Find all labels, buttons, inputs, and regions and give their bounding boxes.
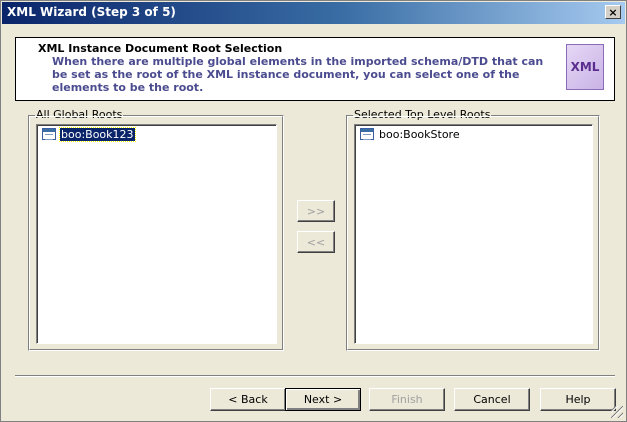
step-description: When there are multiple global elements … <box>52 55 544 94</box>
all-global-roots-label: All Global Roots <box>35 108 124 121</box>
next-button[interactable]: Next > <box>285 388 361 411</box>
cancel-button-label: Cancel <box>473 393 511 406</box>
xml-logo-icon: XML <box>566 44 604 90</box>
remove-root-button[interactable]: << <box>297 231 335 253</box>
remove-root-label: << <box>306 235 326 249</box>
wizard-window: XML Wizard (Step 3 of 5) × XML Instance … <box>0 0 627 422</box>
selected-top-level-roots-group: Selected Top Level Roots boo:BookStore <box>346 108 600 351</box>
resize-grip-icon[interactable] <box>611 406 623 418</box>
cancel-button[interactable]: Cancel <box>454 388 530 411</box>
finish-button-label: Finish <box>391 393 423 406</box>
selected-roots-label: Selected Top Level Roots <box>353 108 492 121</box>
step-title: XML Instance Document Root Selection <box>38 42 283 55</box>
all-global-roots-list[interactable]: boo:Book123 <box>36 124 277 344</box>
list-item-label: boo:Book123 <box>59 126 136 142</box>
all-global-roots-group: All Global Roots boo:Book123 <box>28 108 284 351</box>
close-icon: × <box>608 5 618 19</box>
element-icon <box>42 128 56 140</box>
help-button[interactable]: Help <box>540 388 616 411</box>
step-header-panel: XML Instance Document Root Selection Whe… <box>15 37 615 101</box>
window-title: XML Wizard (Step 3 of 5) <box>7 5 176 19</box>
back-button-label: < Back <box>228 393 268 406</box>
next-button-label: Next > <box>303 393 343 406</box>
element-icon <box>360 128 374 140</box>
selected-top-level-roots-list[interactable]: boo:BookStore <box>354 124 593 344</box>
back-button[interactable]: < Back <box>210 388 286 411</box>
list-item[interactable]: boo:BookStore <box>360 126 461 142</box>
add-root-button[interactable]: >> <box>297 200 335 222</box>
title-bar[interactable]: XML Wizard (Step 3 of 5) × <box>2 2 625 24</box>
help-button-label: Help <box>565 393 591 406</box>
footer-separator <box>15 375 615 377</box>
close-button[interactable]: × <box>605 5 621 19</box>
xml-logo-text: XML <box>570 60 600 74</box>
list-item-label: boo:BookStore <box>379 127 460 141</box>
finish-button[interactable]: Finish <box>369 388 445 411</box>
add-root-label: >> <box>306 204 326 218</box>
list-item[interactable]: boo:Book123 <box>42 126 136 142</box>
